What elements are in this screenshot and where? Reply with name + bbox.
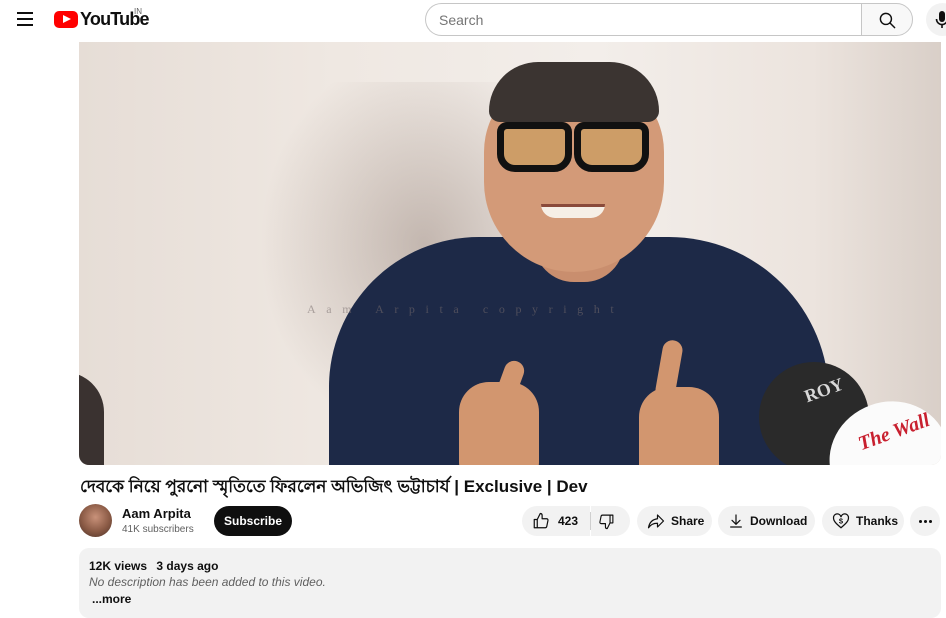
share-button[interactable]: Share [637,506,712,536]
video-frame-person-hair [489,62,659,122]
search-button[interactable] [861,3,913,36]
thanks-button[interactable]: $ Thanks [822,506,904,536]
subscriber-count: 41K subscribers [122,524,194,535]
more-actions-button[interactable] [910,506,940,536]
share-icon [647,514,665,529]
video-frame-glasses-left [497,122,572,172]
description-box[interactable]: 12K views 3 days ago No description has … [79,548,941,618]
view-count: 12K views [89,559,148,573]
search-icon [879,12,896,29]
like-button[interactable]: 423 [522,506,590,536]
thumbs-down-icon [599,514,614,530]
microphone-icon [935,11,946,28]
youtube-logo-icon [54,10,78,28]
masthead: YouTube IN [0,0,946,40]
thanks-label: Thanks [856,514,899,528]
video-title: দেবকে নিয়ে পুরনো স্মৃতিতে ফিরলেন অভিজিৎ… [80,477,588,496]
channel-avatar[interactable] [79,504,112,537]
more-icon-dot [929,520,932,523]
video-frame-smile [541,204,605,218]
channel-name[interactable]: Aam Arpita [122,506,191,521]
thanks-icon: $ [832,513,850,529]
dislike-button[interactable] [591,506,630,536]
search-input[interactable] [439,11,862,28]
more-icon-dot [919,520,922,523]
video-frame-hand-right [639,387,719,465]
description-text: No description has been added to this vi… [89,575,326,589]
video-watermark: Aam Arpita copyright [307,302,625,316]
video-player[interactable]: ROY The Wall Aam Arpita copyright [79,42,941,465]
upload-date: 3 days ago [156,559,219,573]
like-count: 423 [558,514,579,528]
search-box [425,3,862,36]
download-icon [730,514,742,528]
menu-icon[interactable] [13,7,37,31]
thumbs-up-icon [533,512,549,529]
voice-search-button[interactable] [926,3,946,36]
download-button[interactable]: Download [718,506,815,536]
subscribe-button[interactable]: Subscribe [214,506,292,536]
share-label: Share [671,514,705,528]
description-meta: 12K views 3 days ago [89,559,218,573]
more-icon-dot [924,520,927,523]
country-code: IN [134,7,142,16]
video-frame-hand-left [459,382,539,465]
video-frame-glasses-right [574,122,649,172]
description-more-link[interactable]: ...more [92,592,131,606]
download-label: Download [750,514,808,528]
svg-text:$: $ [839,516,844,525]
